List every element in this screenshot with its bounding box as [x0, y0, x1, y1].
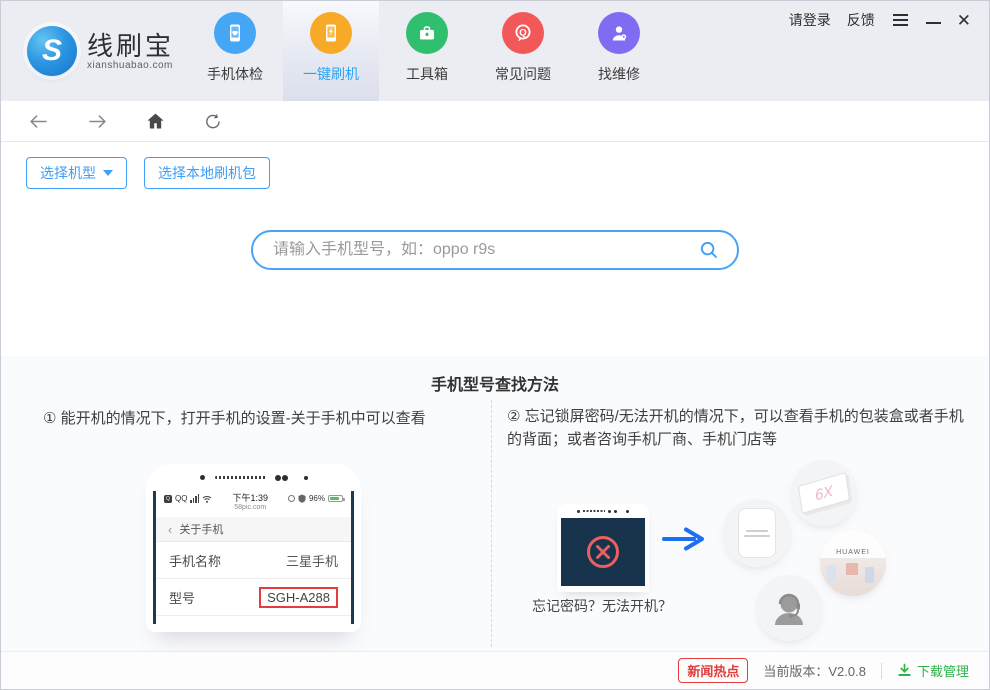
phone-model-row: 型号 SGH-A288 — [156, 579, 351, 616]
search-box — [251, 230, 739, 270]
search-icon[interactable] — [698, 239, 720, 261]
battery-icon — [328, 495, 345, 502]
home-icon[interactable] — [145, 111, 166, 132]
close-icon[interactable]: ✕ — [957, 12, 971, 29]
about-phone-title: 关于手机 — [179, 524, 224, 536]
select-model-button[interactable]: 选择机型 — [26, 157, 127, 189]
help-right-column: ② 忘记锁屏密码/无法开机的情况下，可以查看手机的包装盒或者手机的背面；或者咨询… — [491, 400, 989, 647]
login-link[interactable]: 请登录 — [789, 10, 831, 30]
search-row — [1, 230, 989, 270]
phone-name-row: 手机名称 三星手机 — [156, 542, 351, 579]
refresh-icon[interactable] — [202, 111, 223, 132]
logo-icon: S — [27, 26, 77, 76]
back-icon[interactable] — [27, 110, 50, 133]
news-hotspot-badge[interactable]: 新闻热点 — [678, 658, 749, 683]
phone-settings-mockup: Q QQ 下午1:39 58pic.com 96% ‹ 关于手机 手机名称 三星… — [146, 464, 361, 632]
nav-label: 工具箱 — [406, 66, 448, 82]
phone-name-label: 手机名称 — [169, 553, 222, 569]
menu-icon[interactable] — [891, 12, 910, 28]
phone-status-bar: Q QQ 下午1:39 58pic.com 96% — [156, 491, 351, 517]
phone-name-value: 三星手机 — [285, 553, 338, 569]
phone-bezel — [146, 464, 361, 491]
nav-item-faq[interactable]: Q 常见问题 — [475, 1, 571, 101]
toolbox-icon — [406, 12, 448, 54]
about-phone-nav: ‹ 关于手机 — [156, 517, 351, 542]
locked-phone-screen — [561, 518, 645, 586]
feedback-link[interactable]: 反馈 — [847, 10, 875, 30]
help-section: 手机型号查找方法 ① 能开机的情况下，打开手机的设置-关于手机中可以查看 Q Q… — [1, 356, 989, 651]
locked-phone-collage: 忘记密码？无法开机？ 6X HUAWEI — [492, 400, 989, 647]
nav-item-find-repair[interactable]: 找维修 — [571, 1, 667, 101]
packaging-box-bubble: 6X — [791, 460, 857, 526]
download-manager-link[interactable]: 下载管理 — [897, 661, 969, 680]
help-title: 手机型号查找方法 — [430, 377, 559, 394]
download-icon — [898, 663, 911, 677]
shield-icon — [298, 494, 306, 503]
titlebar-controls: 请登录 反馈 ✕ — [789, 10, 971, 30]
phone-model-value-highlighted: SGH-A288 — [259, 586, 338, 608]
select-model-label: 选择机型 — [40, 165, 96, 181]
logo-subtitle: xianshuabao.com — [87, 59, 173, 71]
battery-percent: 96% — [308, 494, 325, 503]
select-local-package-label: 选择本地刷机包 — [158, 165, 256, 181]
phone-model-label: 型号 — [169, 590, 196, 606]
phone-screen: Q QQ 下午1:39 58pic.com 96% ‹ 关于手机 手机名称 三星… — [153, 491, 354, 624]
select-local-package-button[interactable]: 选择本地刷机包 — [144, 157, 270, 189]
navigation-toolbar — [1, 101, 989, 142]
phone-store-bubble: HUAWEI — [820, 530, 886, 596]
locked-phone-mockup — [557, 504, 649, 592]
footer-divider — [880, 662, 882, 679]
back-chevron-icon: ‹ — [168, 521, 173, 537]
repair-person-icon — [598, 12, 640, 54]
nav-item-phone-checkup[interactable]: 手机体检 — [187, 1, 283, 101]
arrow-right-icon — [662, 525, 706, 558]
nav-label: 一键刷机 — [303, 66, 359, 82]
faq-question-icon: Q — [502, 12, 544, 54]
locked-phone-label: 忘记密码？无法开机？ — [532, 598, 672, 614]
app-header: S 线刷宝 xianshuabao.com 手机体检 一键刷机 工具箱 Q 常见… — [1, 1, 989, 101]
nav-item-toolbox[interactable]: 工具箱 — [379, 1, 475, 101]
help-left-column: ① 能开机的情况下，打开手机的设置-关于手机中可以查看 Q QQ 下午1:39 … — [1, 400, 491, 647]
customer-service-icon — [775, 593, 803, 625]
logo-title: 线刷宝 — [87, 30, 175, 61]
actions-row: 选择机型 选择本地刷机包 — [1, 142, 989, 189]
nav-label: 手机体检 — [207, 66, 263, 82]
packaging-box-illustration: 6X — [798, 472, 850, 514]
location-icon — [287, 495, 295, 502]
store-sign: HUAWEI — [820, 530, 886, 558]
carrier-label: QQ — [175, 494, 188, 503]
app-logo: S 线刷宝 xianshuabao.com — [27, 26, 174, 76]
svg-text:Q: Q — [519, 27, 526, 38]
phone-back-illustration — [738, 508, 776, 558]
forward-icon[interactable] — [86, 110, 109, 133]
download-manager-label: 下载管理 — [916, 664, 969, 679]
error-x-icon — [587, 536, 619, 568]
footer-bar: 新闻热点 当前版本：V2.0.8 下载管理 — [1, 651, 989, 689]
minimize-icon[interactable] — [925, 22, 941, 24]
customer-service-bubble — [756, 575, 822, 641]
main-nav: 手机体检 一键刷机 工具箱 Q 常见问题 找维修 — [187, 1, 667, 101]
nav-label: 找维修 — [598, 66, 640, 82]
chevron-down-icon — [103, 170, 113, 176]
instruction-step-1: ① 能开机的情况下，打开手机的设置-关于手机中可以查看 — [43, 410, 426, 427]
version-label: 当前版本：V2.0.8 — [763, 664, 866, 679]
phone-back-bubble — [723, 499, 791, 567]
one-key-flash-icon — [310, 12, 352, 54]
qq-app-icon: Q — [164, 494, 172, 503]
signal-icon — [190, 494, 200, 503]
storefront-illustration: HUAWEI — [820, 530, 886, 596]
nav-label: 常见问题 — [495, 66, 551, 82]
phone-watermark: 58pic.com — [234, 504, 267, 511]
app-window: S 线刷宝 xianshuabao.com 手机体检 一键刷机 工具箱 Q 常见… — [0, 0, 990, 690]
wifi-icon — [203, 495, 212, 503]
search-input[interactable] — [273, 241, 698, 259]
phone-time: 下午1:39 — [232, 493, 268, 503]
nav-item-one-key-flash[interactable]: 一键刷机 — [283, 1, 379, 101]
phone-checkup-icon — [214, 12, 256, 54]
